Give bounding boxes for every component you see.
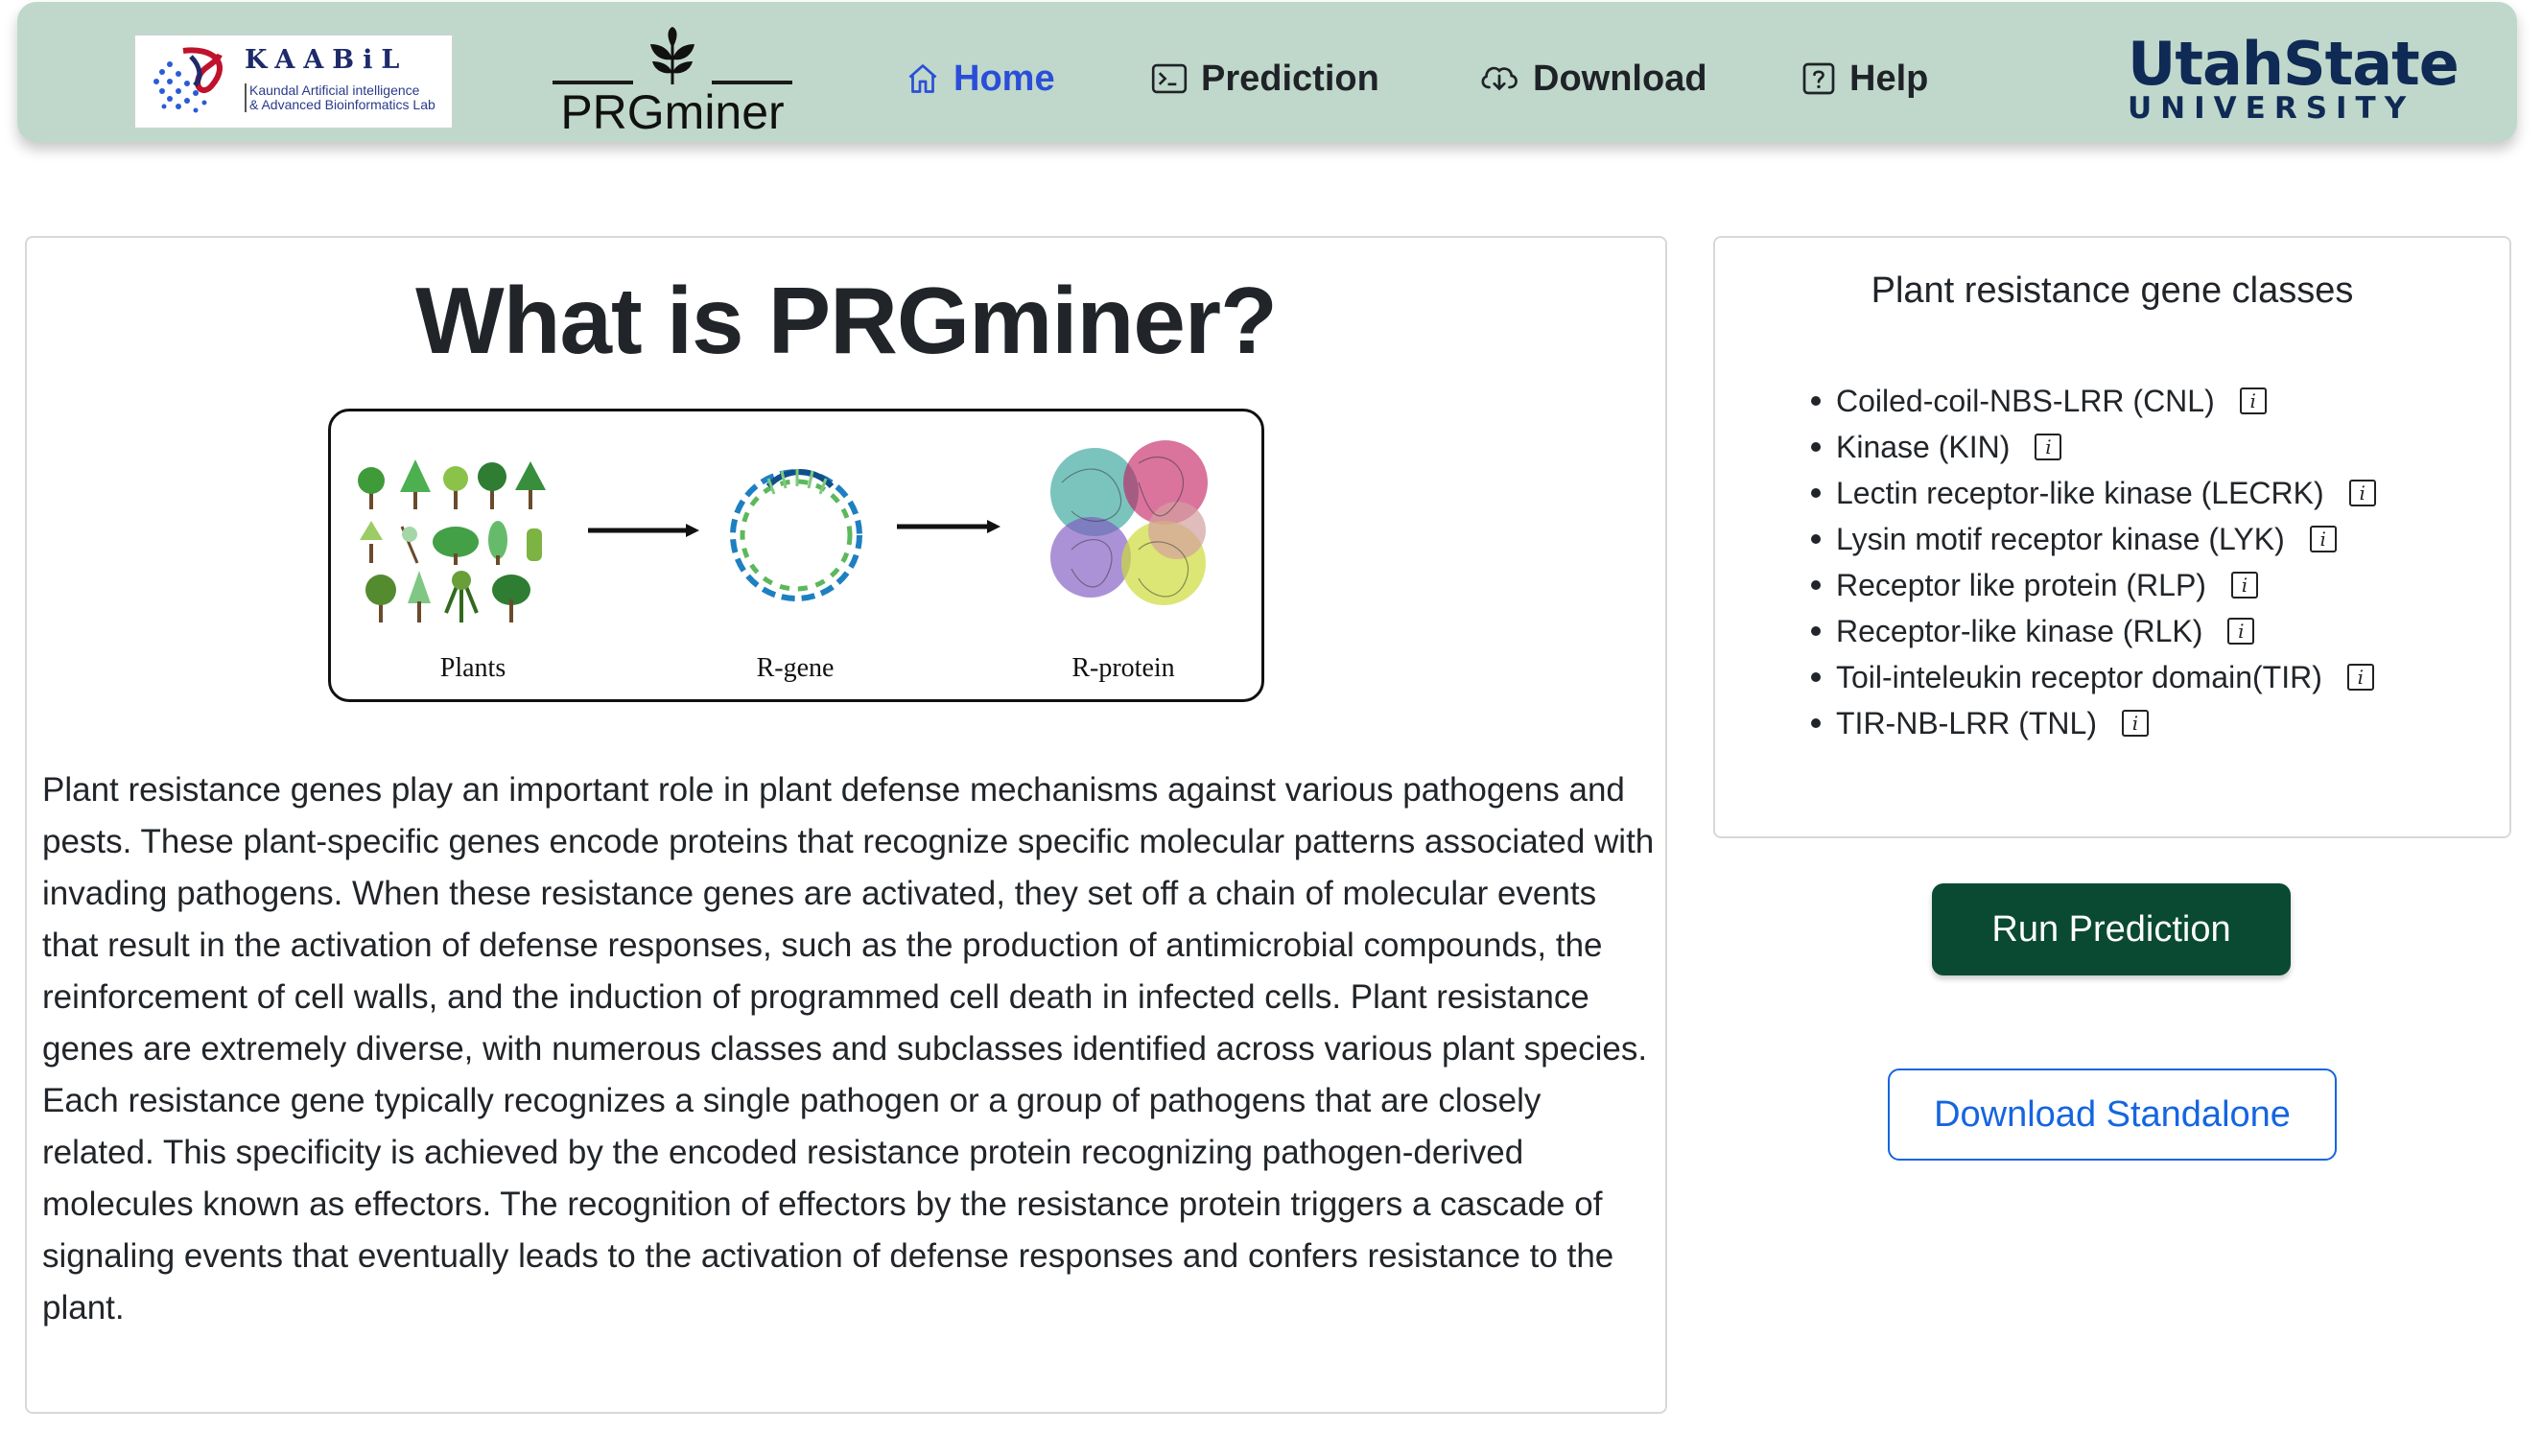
brand-name: PRGminer — [560, 85, 785, 139]
bullet — [1811, 396, 1821, 406]
prgminer-logo[interactable]: PRGminer — [553, 25, 792, 140]
info-icon[interactable]: i — [2230, 572, 2258, 599]
class-label: Lysin motif receptor kinase (LYK) — [1836, 521, 2285, 556]
class-label: TIR-NB-LRR (TNL) — [1836, 705, 2097, 740]
class-label: Receptor like protein (RLP) — [1836, 567, 2206, 602]
kaabil-lab-logo[interactable]: KAABiL Kaundal Artificial intelligence &… — [134, 35, 453, 129]
top-navbar: KAABiL Kaundal Artificial intelligence &… — [17, 2, 2517, 142]
list-item: Lectin receptor-like kinase (LECRK) i — [1811, 470, 2376, 516]
class-label: Receptor-like kinase (RLK) — [1836, 613, 2203, 648]
home-icon — [906, 61, 940, 96]
arrow-right-icon — [897, 520, 1000, 533]
sprout-icon — [650, 27, 694, 84]
cloud-download-icon — [1479, 61, 1519, 96]
bullet — [1811, 626, 1821, 636]
nav-download-label: Download — [1533, 58, 1707, 99]
nav-prediction[interactable]: Prediction — [1151, 50, 1379, 107]
bullet — [1811, 442, 1821, 452]
run-prediction-button[interactable]: Run Prediction — [1932, 883, 2291, 975]
bullet — [1811, 534, 1821, 544]
about-card: What is PRGminer? Plants R-gene R-protei… — [25, 236, 1667, 1414]
figure-label-plants: Plants — [439, 653, 506, 683]
university-name-line2: UNIVERSITY — [2128, 91, 2415, 126]
info-icon[interactable]: i — [2346, 664, 2374, 691]
kaabil-subtitle-line1: Kaundal Artificial intelligence — [249, 82, 420, 98]
info-icon[interactable]: i — [2239, 387, 2267, 414]
page-title: What is PRGminer? — [415, 268, 1278, 373]
list-item: Kinase (KIN) i — [1811, 424, 2376, 470]
class-label: Toil-inteleukin receptor domain(TIR) — [1836, 659, 2322, 694]
info-icon[interactable]: i — [2309, 526, 2337, 552]
arrow-right-icon — [588, 524, 699, 537]
plants-illustration — [358, 459, 546, 622]
nav-prediction-label: Prediction — [1201, 58, 1379, 99]
nav-download[interactable]: Download — [1479, 50, 1707, 107]
info-icon[interactable]: i — [2035, 434, 2062, 460]
gene-classes-card: Plant resistance gene classes Coiled-coi… — [1713, 236, 2511, 838]
figure-label-r-gene: R-gene — [756, 653, 835, 683]
kaabil-title: KAABiL — [245, 45, 409, 75]
bullet — [1811, 672, 1821, 682]
nav-help-label: Help — [1849, 58, 1929, 99]
bullet — [1811, 718, 1821, 728]
prgminer-figure: Plants R-gene R-protein — [328, 409, 1264, 702]
kaabil-subtitle-line2: & Advanced Bioinformatics Lab — [249, 97, 435, 112]
info-icon[interactable]: i — [2348, 480, 2376, 506]
protein-structure-illustration — [1050, 440, 1208, 605]
utah-state-university-logo[interactable]: UtahState UNIVERSITY — [2128, 29, 2460, 126]
dna-ring-illustration — [730, 469, 862, 601]
info-icon[interactable]: i — [2227, 618, 2255, 645]
figure-label-r-protein: R-protein — [1071, 653, 1175, 683]
kaabil-dots-icon — [153, 47, 223, 113]
question-icon — [1801, 61, 1836, 96]
bullet — [1811, 488, 1821, 498]
nav-help[interactable]: Help — [1801, 50, 1928, 107]
bullet — [1811, 580, 1821, 590]
nav-home-label: Home — [953, 58, 1055, 99]
nav-home[interactable]: Home — [906, 50, 1055, 107]
list-item: TIR-NB-LRR (TNL) i — [1811, 700, 2376, 746]
list-item: Receptor like protein (RLP) i — [1811, 562, 2376, 608]
kaabil-subtitle: Kaundal Artificial intelligence & Advanc… — [245, 83, 451, 112]
list-item: Coiled-coil-NBS-LRR (CNL) i — [1811, 378, 2376, 424]
university-name-line1: UtahState — [2128, 29, 2460, 99]
download-standalone-button[interactable]: Download Standalone — [1888, 1069, 2337, 1161]
info-icon[interactable]: i — [2121, 710, 2149, 737]
gene-classes-list: Coiled-coil-NBS-LRR (CNL) i Kinase (KIN) i… — [1811, 378, 2376, 746]
list-item: Toil-inteleukin receptor domain(TIR) i — [1811, 654, 2376, 700]
list-item: Lysin motif receptor kinase (LYK) i — [1811, 516, 2376, 562]
description-paragraph: Plant resistance genes play an important… — [42, 771, 1655, 1327]
class-label: Kinase (KIN) — [1836, 429, 2011, 464]
class-label: Coiled-coil-NBS-LRR (CNL) — [1836, 383, 2215, 418]
list-item: Receptor-like kinase (RLK) i — [1811, 608, 2376, 654]
gene-classes-title: Plant resistance gene classes — [1871, 270, 2354, 311]
terminal-icon — [1151, 61, 1188, 96]
class-label: Lectin receptor-like kinase (LECRK) — [1836, 475, 2324, 510]
